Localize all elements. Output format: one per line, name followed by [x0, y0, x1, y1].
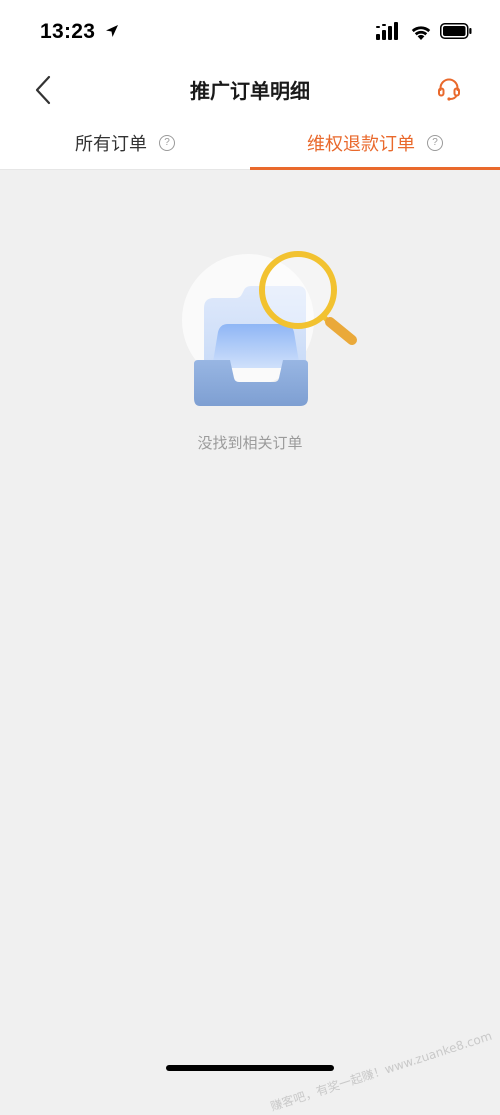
nav-bar: 推广订单明细: [0, 62, 500, 116]
order-tabs: 所有订单 ? 维权退款订单 ?: [0, 116, 500, 170]
empty-tray-magnifier-icon: [180, 248, 362, 418]
help-circle-icon[interactable]: ?: [159, 134, 175, 151]
tab-all-orders[interactable]: 所有订单 ?: [0, 116, 250, 169]
status-icons: [376, 22, 472, 44]
cellular-signal-icon: [376, 22, 402, 44]
status-time: 13:23: [40, 20, 96, 43]
battery-icon: [440, 23, 472, 43]
empty-state-message: 没找到相关订单: [197, 434, 303, 452]
page-title: 推广订单明细: [190, 79, 310, 103]
location-arrow-icon: [104, 23, 120, 43]
tab-refund-orders-label: 维权退款订单: [307, 133, 415, 155]
tab-all-orders-label: 所有订单: [75, 133, 147, 155]
customer-service-headset-icon[interactable]: [436, 76, 462, 102]
tab-refund-orders[interactable]: 维权退款订单 ?: [250, 116, 500, 169]
help-circle-icon[interactable]: ?: [427, 134, 443, 151]
wifi-icon: [410, 23, 432, 44]
home-indicator: [166, 1065, 334, 1071]
status-bar: 13:23: [0, 0, 500, 62]
active-tab-indicator: [250, 167, 500, 170]
